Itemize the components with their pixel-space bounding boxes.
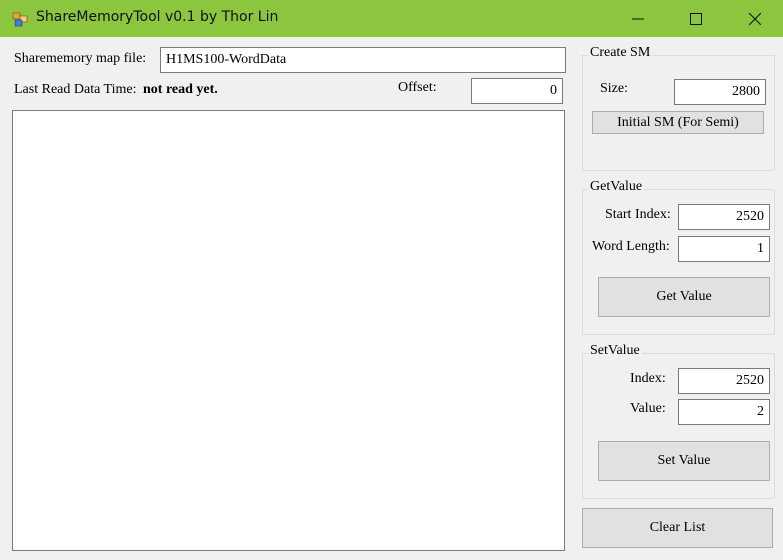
minimize-icon — [632, 18, 644, 19]
window-title: ShareMemoryTool v0.1 by Thor Lin — [36, 9, 279, 25]
close-button[interactable] — [732, 0, 778, 37]
get-value-title: GetValue — [588, 179, 645, 195]
last-read-value: not read yet. — [143, 82, 218, 97]
start-index-input[interactable]: 2520 — [678, 204, 770, 230]
clear-list-button[interactable]: Clear List — [582, 508, 773, 548]
set-value-title: SetValue — [588, 343, 642, 359]
index-input[interactable]: 2520 — [678, 368, 770, 394]
data-list[interactable] — [12, 110, 565, 551]
minimize-button[interactable] — [615, 0, 661, 37]
get-value-button[interactable]: Get Value — [598, 277, 770, 317]
value-label: Value: — [630, 401, 666, 416]
size-label: Size: — [600, 81, 628, 96]
map-file-input[interactable]: H1MS100-WordData — [160, 47, 566, 73]
initial-sm-button[interactable]: Initial SM (For Semi) — [592, 111, 764, 134]
last-read-label: Last Read Data Time: — [14, 82, 137, 97]
close-icon — [749, 12, 761, 25]
app-icon — [12, 12, 28, 27]
start-index-label: Start Index: — [605, 207, 671, 222]
maximize-button[interactable] — [673, 0, 719, 37]
index-label: Index: — [630, 371, 666, 386]
offset-input[interactable]: 0 — [471, 78, 563, 104]
offset-label: Offset: — [398, 80, 437, 95]
create-sm-title: Create SM — [588, 45, 653, 61]
word-length-label: Word Length: — [592, 239, 670, 254]
size-input[interactable]: 2800 — [674, 79, 766, 105]
map-file-label: Sharememory map file: — [14, 51, 147, 66]
maximize-icon — [690, 12, 702, 25]
word-length-input[interactable]: 1 — [678, 236, 770, 262]
title-bar: ShareMemoryTool v0.1 by Thor Lin — [0, 0, 783, 37]
set-value-button[interactable]: Set Value — [598, 441, 770, 481]
client-area: Sharememory map file: H1MS100-WordData L… — [0, 37, 783, 560]
value-input[interactable]: 2 — [678, 399, 770, 425]
